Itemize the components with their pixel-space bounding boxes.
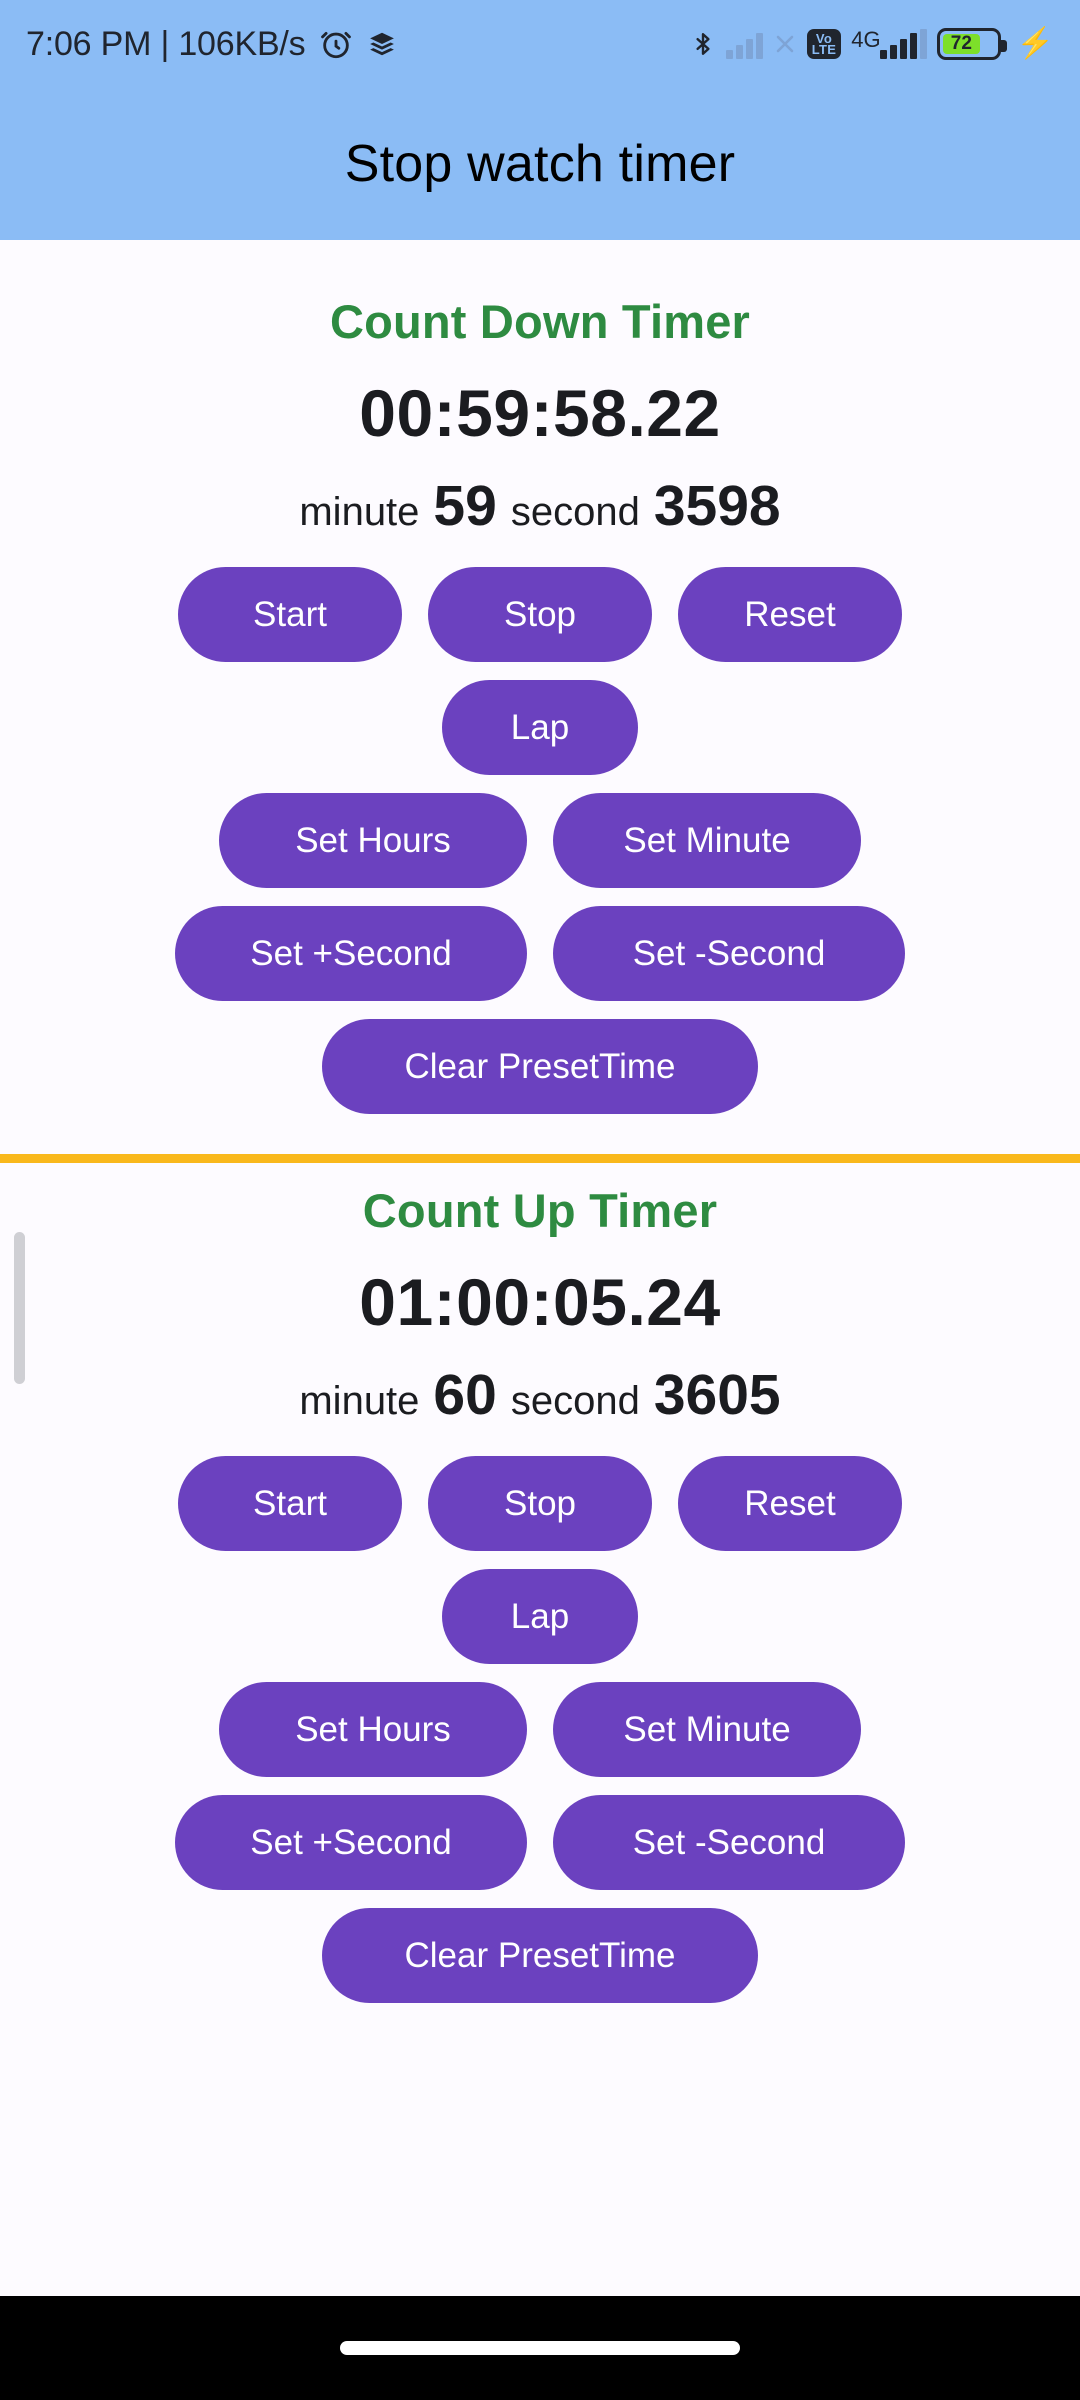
count-down-minute-second-row: minute 59 second 3598 (0, 473, 1080, 539)
count-up-time-display: 01:00:05.24 (359, 1265, 721, 1339)
battery-percent-label: 72 (942, 33, 981, 54)
count-up-lap-button[interactable]: Lap (442, 1569, 638, 1664)
count-up-minute-value: 60 (433, 1363, 497, 1427)
alarm-clock-icon (321, 31, 352, 59)
vertical-scrollbar[interactable] (14, 1232, 25, 1384)
app-bar: Stop watch timer (0, 88, 1080, 240)
count-down-heading: Count Down Timer (329, 295, 751, 348)
phone-screen: 7:06 PM | 106KB/s Vo LTE 4G 72 ⚡ Stop wa… (0, 0, 1080, 2400)
count-up-second-label: second (510, 1379, 640, 1423)
count-down-section: Count Down Timer 00:59:58.22 minute 59 s… (0, 294, 1080, 1114)
count-down-second-value: 3598 (653, 474, 781, 538)
count-down-set-plus-second-button[interactable]: Set +Second (175, 906, 527, 1001)
count-down-clear-preset-time-button[interactable]: Clear PresetTime (322, 1019, 758, 1114)
signal-bars-sim1-icon (725, 29, 763, 59)
battery-icon: 72 (936, 28, 1007, 60)
home-gesture-pill[interactable] (340, 2341, 740, 2355)
count-down-time-display: 00:59:58.22 (359, 376, 721, 450)
count-up-heading: Count Up Timer (362, 1184, 718, 1237)
count-down-stop-button[interactable]: Stop (428, 567, 652, 662)
count-down-clear-row: Clear PresetTime (0, 1019, 1080, 1114)
signal-bars-sim2-icon (879, 29, 927, 59)
count-up-section: Count Up Timer 01:00:05.24 minute 60 sec… (0, 1183, 1080, 2003)
count-up-second-value: 3605 (653, 1363, 781, 1427)
count-up-primary-button-row: Start Stop Reset (0, 1456, 1080, 1551)
volte-line-2: LTE (811, 42, 837, 57)
count-down-minute-label: minute (299, 490, 420, 534)
count-up-minute-label: minute (299, 1379, 420, 1423)
count-down-set-second-row: Set +Second Set -Second (0, 906, 1080, 1001)
count-up-set-hours-button[interactable]: Set Hours (219, 1682, 527, 1777)
count-down-lap-row: Lap (0, 680, 1080, 775)
count-up-start-button[interactable]: Start (178, 1456, 402, 1551)
count-up-reset-button[interactable]: Reset (678, 1456, 902, 1551)
charging-bolt-icon: ⚡ (1016, 27, 1054, 60)
count-down-set-hours-button[interactable]: Set Hours (219, 793, 527, 888)
status-clock-and-network-speed: 7:06 PM | 106KB/s (26, 24, 306, 63)
status-bar-right: Vo LTE 4G 72 ⚡ (690, 27, 1054, 61)
count-up-set-plus-second-button[interactable]: Set +Second (175, 1795, 527, 1890)
count-up-stop-button[interactable]: Stop (428, 1456, 652, 1551)
status-bar: 7:06 PM | 106KB/s Vo LTE 4G 72 ⚡ (0, 0, 1080, 88)
status-bar-left: 7:06 PM | 106KB/s (26, 25, 397, 64)
count-up-set-minute-button[interactable]: Set Minute (553, 1682, 861, 1777)
layers-icon (370, 32, 395, 56)
count-up-set-hm-row: Set Hours Set Minute (0, 1682, 1080, 1777)
count-up-set-second-row: Set +Second Set -Second (0, 1795, 1080, 1890)
count-up-lap-row: Lap (0, 1569, 1080, 1664)
count-down-set-hm-row: Set Hours Set Minute (0, 793, 1080, 888)
network-signal-group: 4G (851, 27, 927, 59)
count-up-set-minus-second-button[interactable]: Set -Second (553, 1795, 905, 1890)
network-type-label: 4G (851, 27, 881, 52)
count-down-set-minute-button[interactable]: Set Minute (553, 793, 861, 888)
page-title: Stop watch timer (344, 135, 736, 193)
count-down-reset-button[interactable]: Reset (678, 567, 902, 662)
count-down-lap-button[interactable]: Lap (442, 680, 638, 775)
scroll-content[interactable]: Count Down Timer 00:59:58.22 minute 59 s… (0, 240, 1080, 2003)
no-sim-x-icon (776, 35, 794, 53)
bluetooth-icon (696, 33, 710, 55)
count-down-start-button[interactable]: Start (178, 567, 402, 662)
count-up-clear-preset-time-button[interactable]: Clear PresetTime (322, 1908, 758, 2003)
count-down-primary-button-row: Start Stop Reset (0, 567, 1080, 662)
count-up-minute-second-row: minute 60 second 3605 (0, 1362, 1080, 1428)
count-down-set-minus-second-button[interactable]: Set -Second (553, 906, 905, 1001)
count-up-clear-row: Clear PresetTime (0, 1908, 1080, 2003)
count-down-second-label: second (510, 490, 640, 534)
volte-badge-icon: Vo LTE (806, 29, 842, 59)
count-down-minute-value: 59 (433, 474, 497, 538)
section-divider (0, 1154, 1080, 1163)
system-navigation-bar (0, 2296, 1080, 2400)
